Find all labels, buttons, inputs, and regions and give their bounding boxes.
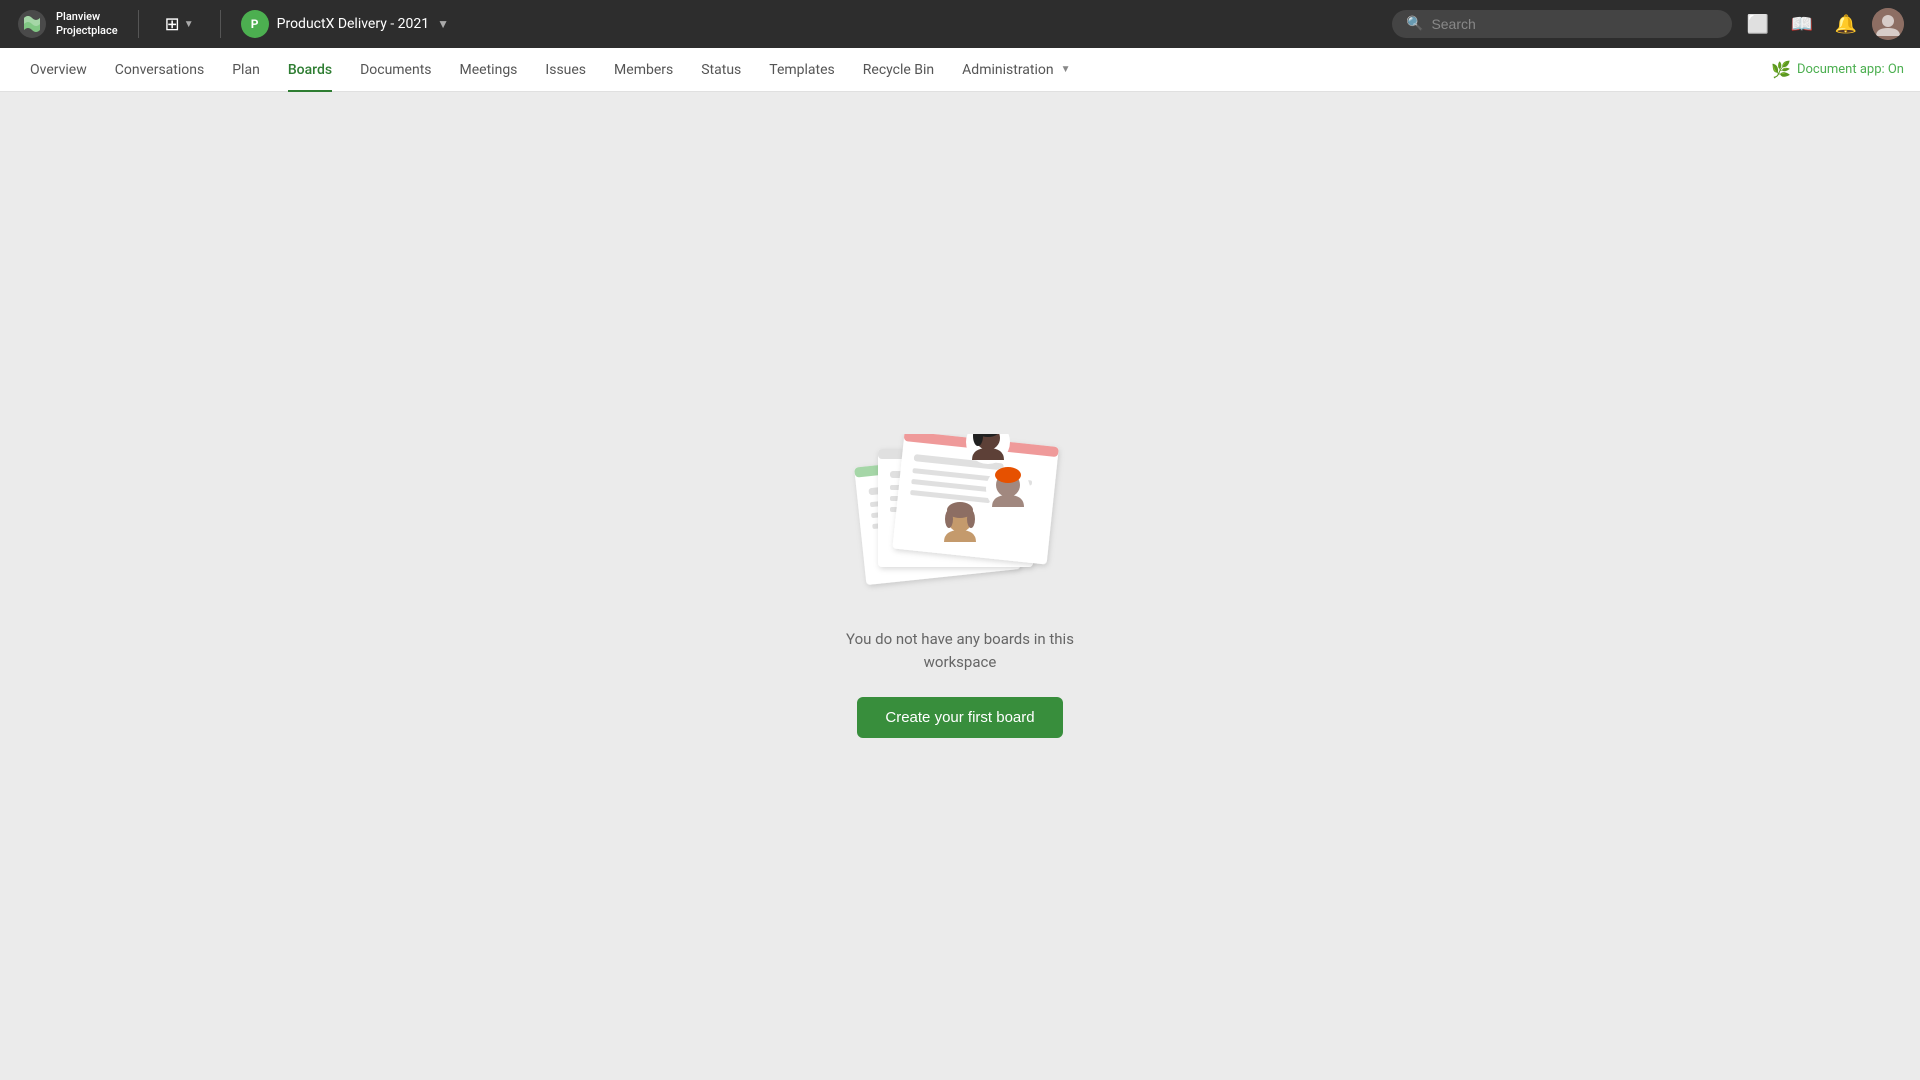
- document-app-label: Document app: On: [1797, 62, 1904, 77]
- planview-logo-icon: [16, 8, 48, 40]
- empty-state-text: You do not have any boards in this works…: [846, 628, 1074, 673]
- bell-icon: 🔔: [1835, 14, 1857, 35]
- empty-state-message-line2: workspace: [924, 653, 997, 671]
- nav-item-administration[interactable]: Administration ▼: [948, 48, 1084, 92]
- nav-item-conversations[interactable]: Conversations: [101, 48, 218, 92]
- nav-label-administration: Administration: [962, 62, 1053, 78]
- nav-label-recycle-bin: Recycle Bin: [863, 62, 934, 78]
- screen-share-button[interactable]: ⬜: [1740, 6, 1776, 42]
- screen-share-icon: ⬜: [1747, 14, 1769, 35]
- nav-item-members[interactable]: Members: [600, 48, 687, 92]
- logo[interactable]: Planview Projectplace: [16, 8, 118, 40]
- top-navigation-bar: Planview Projectplace ⊞ ▼ P ProductX Del…: [0, 0, 1920, 48]
- grid-chevron-icon: ▼: [184, 19, 194, 30]
- logo-text: Planview Projectplace: [56, 10, 118, 39]
- notifications-button[interactable]: 🔔: [1828, 6, 1864, 42]
- user-avatar-image: [1872, 8, 1904, 40]
- empty-state: You do not have any boards in this works…: [846, 434, 1074, 738]
- user-avatar[interactable]: [1872, 8, 1904, 40]
- nav-item-meetings[interactable]: Meetings: [446, 48, 532, 92]
- top-bar-right-section: 🔍 ⬜ 📖 🔔: [1392, 6, 1904, 42]
- nav-label-boards: Boards: [288, 62, 332, 78]
- app-grid-button[interactable]: ⊞ ▼: [159, 10, 200, 39]
- empty-state-message-line1: You do not have any boards in this: [846, 630, 1074, 648]
- nav-item-recycle-bin[interactable]: Recycle Bin: [849, 48, 948, 92]
- nav-item-plan[interactable]: Plan: [218, 48, 274, 92]
- search-input[interactable]: [1431, 16, 1711, 32]
- project-avatar: P: [241, 10, 269, 38]
- nav-label-issues: Issues: [545, 62, 586, 78]
- project-chevron-icon: ▼: [437, 17, 449, 31]
- nav-item-boards[interactable]: Boards: [274, 48, 346, 92]
- nav-label-plan: Plan: [232, 62, 260, 78]
- nav-divider-2: [220, 10, 221, 38]
- nav-item-issues[interactable]: Issues: [531, 48, 600, 92]
- project-name: ProductX Delivery - 2021: [277, 16, 430, 32]
- nav-label-status: Status: [701, 62, 741, 78]
- boards-illustration: [850, 434, 1070, 604]
- nav-item-documents[interactable]: Documents: [346, 48, 445, 92]
- main-content-area: You do not have any boards in this works…: [0, 92, 1920, 1080]
- bookmarks-button[interactable]: 📖: [1784, 6, 1820, 42]
- search-box[interactable]: 🔍: [1392, 10, 1732, 38]
- document-app-icon: 🌿: [1771, 60, 1791, 79]
- bookmark-icon: 📖: [1791, 14, 1813, 35]
- secondary-navigation: Overview Conversations Plan Boards Docum…: [0, 48, 1920, 92]
- nav-label-conversations: Conversations: [115, 62, 204, 78]
- nav-label-meetings: Meetings: [460, 62, 518, 78]
- nav-item-templates[interactable]: Templates: [755, 48, 849, 92]
- nav-item-overview[interactable]: Overview: [16, 48, 101, 92]
- search-icon: 🔍: [1406, 16, 1423, 32]
- nav-label-documents: Documents: [360, 62, 431, 78]
- grid-icon: ⊞: [165, 14, 180, 35]
- nav-label-templates: Templates: [769, 62, 835, 78]
- project-selector[interactable]: P ProductX Delivery - 2021 ▼: [241, 10, 449, 38]
- create-first-board-button[interactable]: Create your first board: [857, 697, 1062, 738]
- nav-admin-chevron-icon: ▼: [1061, 64, 1071, 75]
- boards-illustration-svg: [850, 434, 1070, 604]
- nav-label-overview: Overview: [30, 62, 87, 78]
- nav-divider: [138, 10, 139, 38]
- nav-label-members: Members: [614, 62, 673, 78]
- nav-item-status[interactable]: Status: [687, 48, 755, 92]
- document-app-status: 🌿 Document app: On: [1771, 60, 1904, 79]
